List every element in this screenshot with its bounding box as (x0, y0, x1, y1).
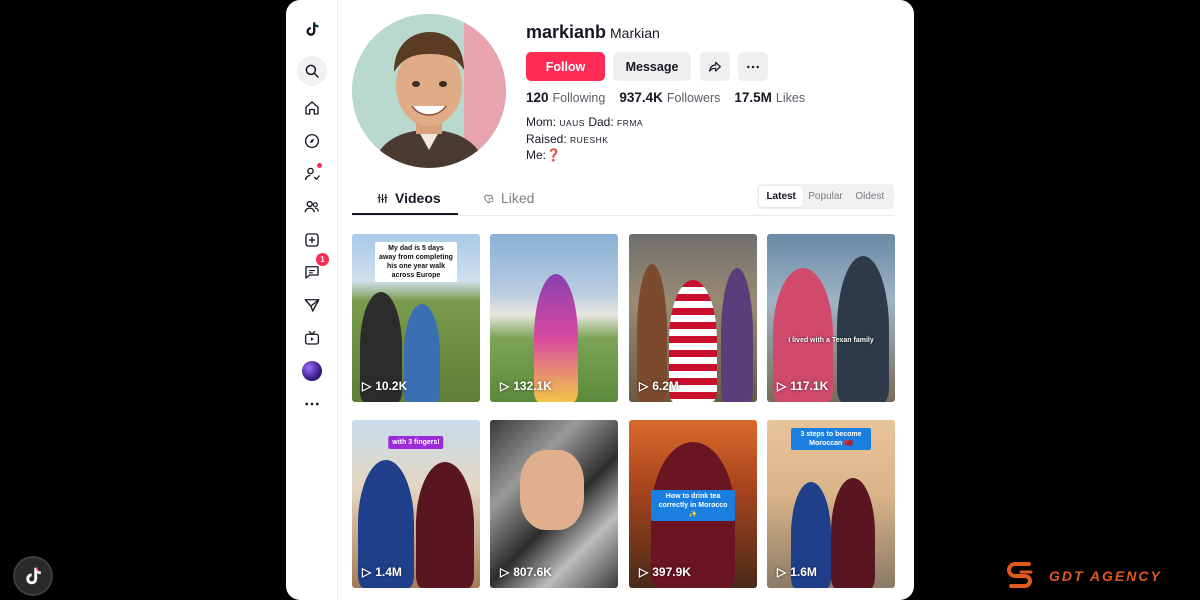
tab-videos[interactable]: Videos (376, 190, 441, 206)
share-button[interactable] (700, 52, 730, 81)
profile-avatar (352, 14, 506, 168)
video-caption: 3 steps to become Moroccan 🇲🇦 (791, 428, 871, 450)
video-thumbnail[interactable]: ▷ 807.6K (490, 420, 618, 588)
video-caption: How to drink tea correctly in Morocco ✨ (651, 490, 735, 521)
video-views: ▷ 117.1K (777, 379, 829, 393)
play-icon: ▷ (362, 565, 372, 579)
stat-likes: 17.5M Likes (734, 90, 806, 105)
sort-popular[interactable]: Popular (803, 186, 847, 207)
more-icon[interactable] (297, 389, 327, 419)
stat-following[interactable]: 120 Following (526, 90, 605, 105)
following-notification-dot (317, 163, 322, 168)
sidebar-rail: 1 (286, 0, 338, 600)
share-icon (709, 61, 721, 72)
bio-line-raised: Raised: RUESHK (526, 131, 609, 146)
more-options-button[interactable] (738, 52, 768, 81)
video-views: ▷ 1.6M (777, 565, 817, 579)
video-views: ▷ 132.1K (500, 379, 552, 393)
inbox-icon[interactable] (297, 290, 327, 320)
profile-nickname: Markian (610, 25, 660, 41)
video-views: ▷ 10.2K (362, 379, 408, 393)
video-thumbnail[interactable]: ▷ 132.1K (490, 234, 618, 402)
sort-oldest[interactable]: Oldest (848, 186, 892, 207)
video-views: ▷ 1.4M (362, 565, 402, 579)
tiktok-logo-icon[interactable] (297, 14, 327, 44)
play-icon: ▷ (362, 379, 372, 393)
video-caption: I lived with a Texan family (788, 337, 874, 344)
friends-icon[interactable] (297, 192, 327, 222)
bio-line-me: Me:❓ (526, 148, 561, 162)
ellipsis-icon (747, 65, 759, 68)
tiktok-watermark-icon (13, 556, 53, 596)
play-icon: ▷ (639, 565, 649, 579)
video-thumbnail[interactable]: with 3 fingers! ▷ 1.4M (352, 420, 480, 588)
home-icon[interactable] (297, 93, 327, 123)
upload-icon[interactable] (297, 225, 327, 255)
profile-stats: 120 Following 937.4K Followers 17.5M Likes (526, 90, 805, 105)
bio-line-parents: Mom: UAUS Dad: FRMA (526, 115, 644, 129)
stat-followers[interactable]: 937.4K Followers (619, 90, 720, 105)
following-icon[interactable] (297, 159, 327, 189)
follow-button[interactable]: Follow (526, 52, 605, 81)
profile-username: markianb (526, 22, 607, 42)
play-icon: ▷ (639, 379, 649, 393)
profile-bio: Mom: UAUS Dad: FRMA Raised: RUESHK Me:❓ (526, 115, 643, 164)
video-thumbnail[interactable]: ▷ 6.2M (629, 234, 757, 402)
tab-divider (352, 215, 894, 216)
video-caption: with 3 fingers! (388, 436, 444, 449)
play-icon: ▷ (500, 565, 510, 579)
video-thumbnail[interactable]: 3 steps to become Moroccan 🇲🇦 ▷ 1.6M (767, 420, 895, 588)
sort-latest[interactable]: Latest (759, 186, 804, 207)
messages-badge: 1 (316, 253, 329, 266)
heart-lock-icon (484, 194, 494, 203)
search-icon[interactable] (297, 56, 327, 86)
videos-grid-icon (377, 193, 388, 203)
video-views: ▷ 397.9K (639, 565, 691, 579)
agency-watermark: GDT AGENCY (1003, 558, 1162, 594)
profile-page: 1 markianb Markian Follow Message 120 Fo… (286, 0, 914, 600)
messages-icon[interactable]: 1 (297, 253, 329, 287)
video-thumbnail[interactable]: How to drink tea correctly in Morocco ✨ … (629, 420, 757, 588)
message-button[interactable]: Message (613, 52, 691, 81)
live-icon[interactable] (297, 323, 327, 353)
tab-liked[interactable]: Liked (482, 190, 534, 206)
sort-toggle: Latest Popular Oldest (757, 184, 894, 209)
video-thumbnail[interactable]: I lived with a Texan family ▷ 117.1K (767, 234, 895, 402)
play-icon: ▷ (500, 379, 510, 393)
profile-avatar-icon[interactable] (297, 356, 327, 386)
explore-icon[interactable] (297, 126, 327, 156)
play-icon: ▷ (777, 565, 787, 579)
play-icon: ▷ (777, 379, 787, 393)
video-views: ▷ 6.2M (639, 379, 679, 393)
video-views: ▷ 807.6K (500, 565, 552, 579)
agency-name: GDT AGENCY (1049, 568, 1162, 584)
video-thumbnail[interactable]: My dad is 5 days away from completing hi… (352, 234, 480, 402)
video-caption: My dad is 5 days away from completing hi… (375, 242, 457, 282)
gdt-logo-icon (1007, 562, 1033, 588)
